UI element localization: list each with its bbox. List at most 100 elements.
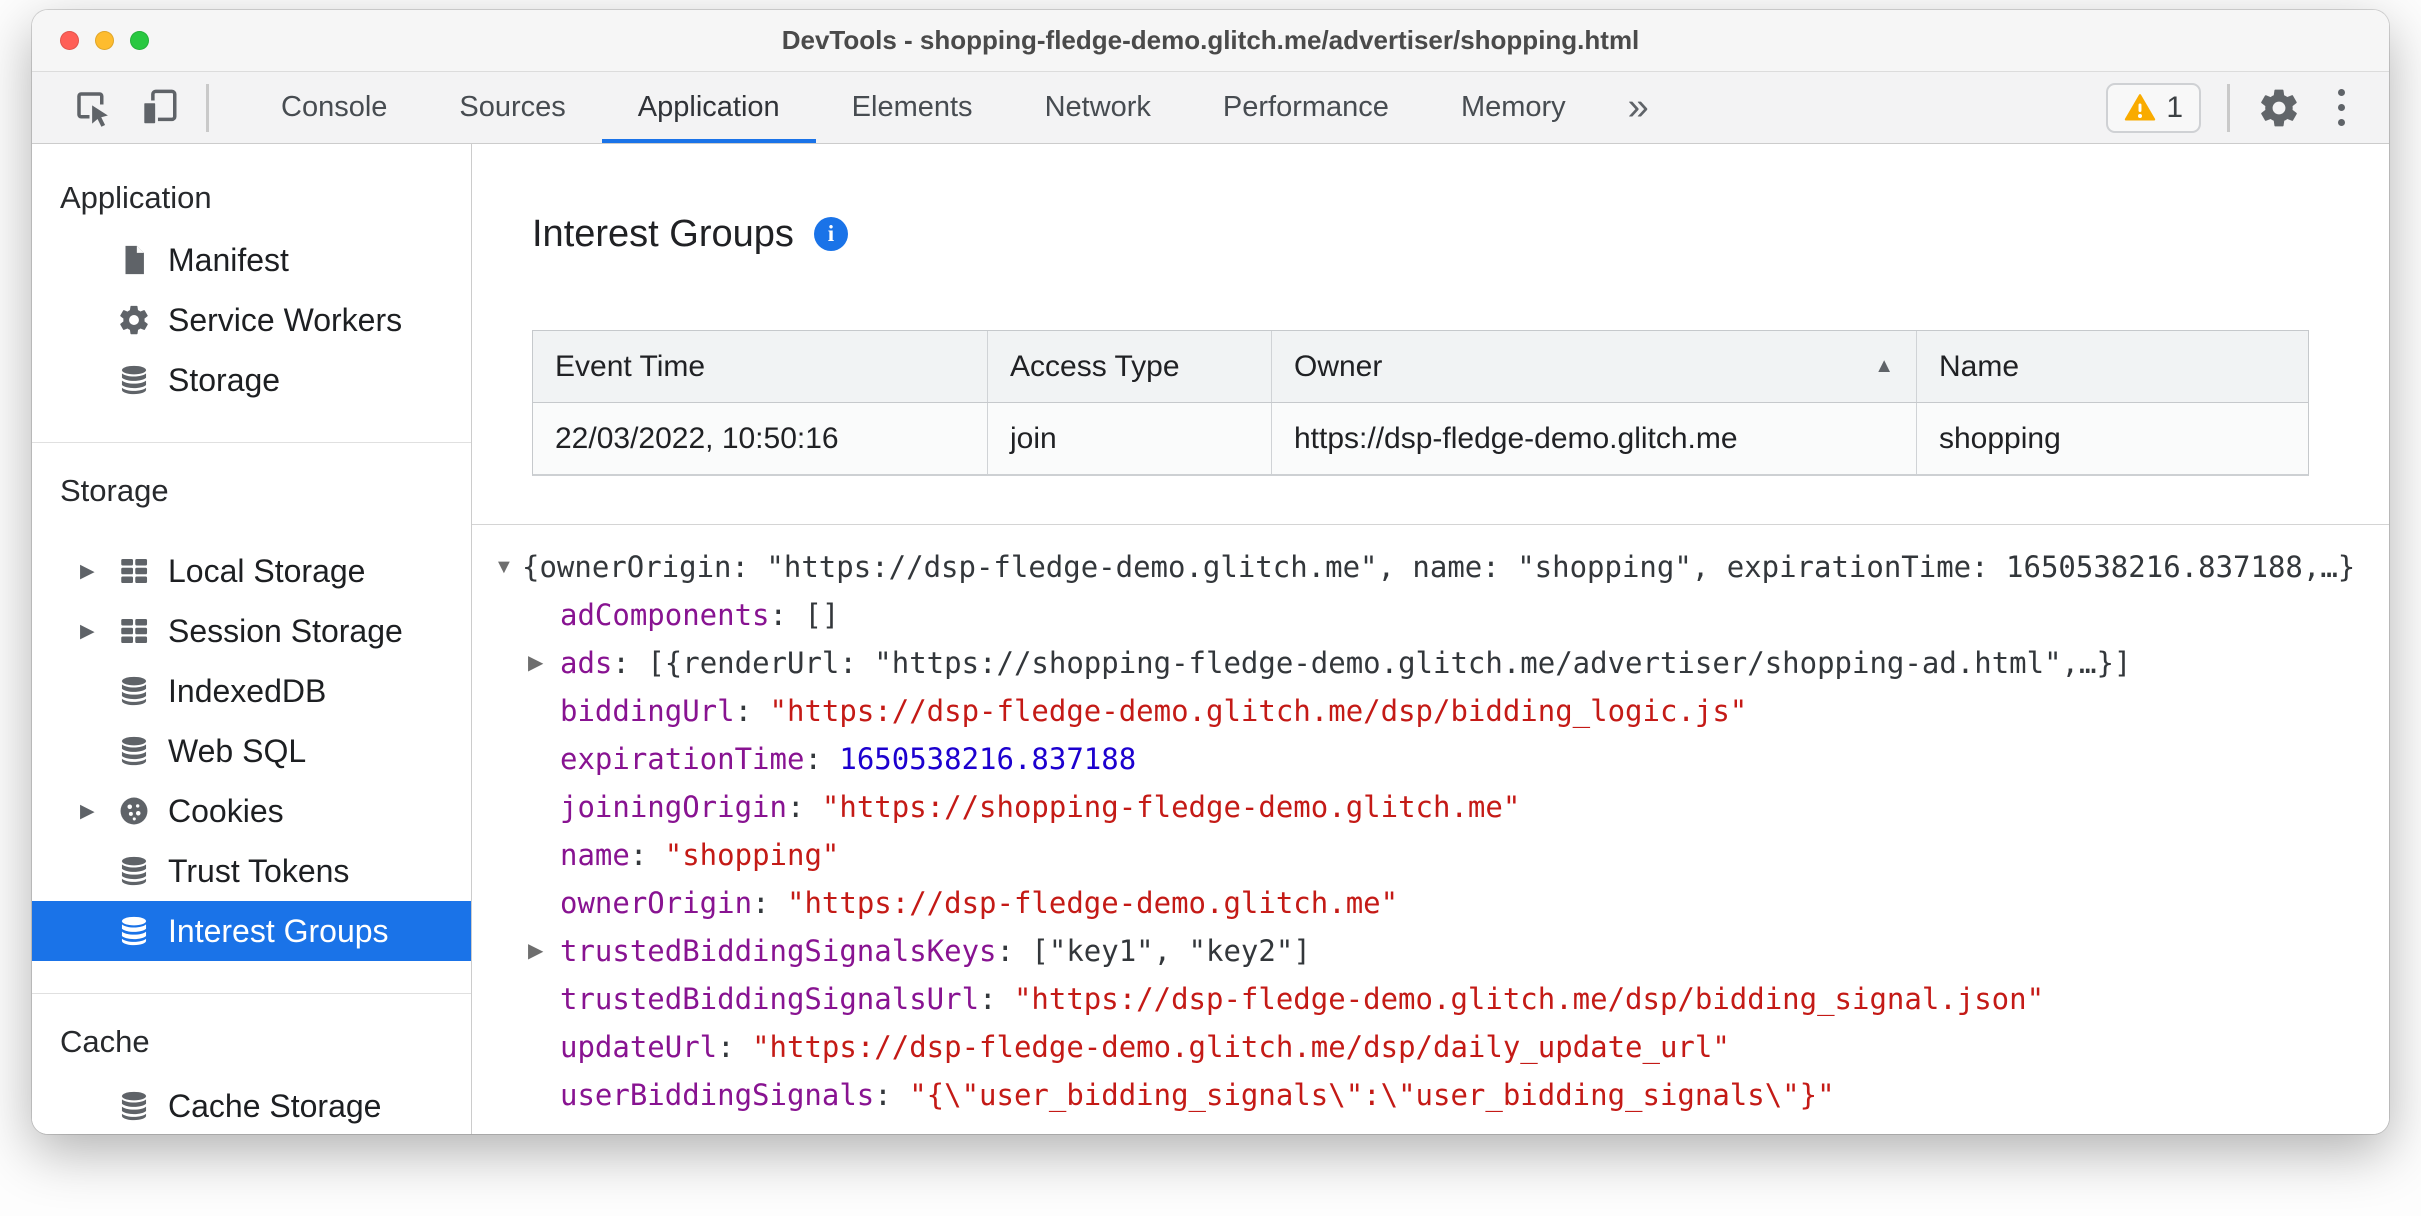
info-icon[interactable]: i [813, 217, 848, 251]
toolbar-divider [2227, 83, 2230, 132]
device-toolbar-icon[interactable] [138, 87, 180, 129]
more-options-icon[interactable] [2328, 85, 2355, 130]
property-value: "https://dsp-fledge-demo.glitch.me" [786, 886, 1399, 920]
sidebar-section-cache: Cache Cache Storage [32, 994, 471, 1134]
column-header-owner[interactable]: Owner ▲ [1272, 331, 1917, 402]
sidebar-item-session-storage[interactable]: ▶ Session Storage [32, 601, 471, 661]
property-key: name [560, 838, 630, 872]
screenshot-stage: DevTools - shopping-fledge-demo.glitch.m… [0, 0, 2421, 1216]
toolbar-right: 1 [2106, 72, 2389, 143]
sidebar-item-storage[interactable]: Storage [32, 350, 471, 410]
document-icon [116, 242, 152, 278]
sidebar-item-web-sql[interactable]: Web SQL [32, 721, 471, 781]
sidebar-item-cookies[interactable]: ▶ Cookies [32, 781, 471, 841]
sidebar-item-manifest[interactable]: Manifest [32, 230, 471, 290]
table-icon [116, 613, 152, 649]
cell-access-type: join [988, 403, 1272, 474]
tree-row[interactable]: expirationTime: 1650538216.837188 [472, 735, 2389, 783]
tree-row[interactable]: ▼ {ownerOrigin: "https://dsp-fledge-demo.… [472, 543, 2389, 591]
devtools-toolbar: Console Sources Application Elements Net… [32, 72, 2389, 144]
expand-triangle-icon[interactable]: ▶ [80, 560, 116, 583]
cell-owner: https://dsp-fledge-demo.glitch.me [1272, 403, 1917, 474]
tree-row[interactable]: updateUrl: "https://dsp-fledge-demo.glit… [472, 1023, 2389, 1071]
tab-application[interactable]: Application [601, 72, 816, 143]
gear-icon [116, 302, 152, 338]
sidebar-item-label: Manifest [168, 241, 289, 278]
tree-row[interactable]: adComponents: [] [472, 591, 2389, 639]
tree-row[interactable]: ▶ trustedBiddingSignalsKeys: ["key1", "ke… [472, 927, 2389, 975]
property-value: "{\"user_bidding_signals\":\"user_biddin… [909, 1078, 1835, 1112]
property-value: 1650538216.837188 [839, 742, 1137, 776]
collapse-triangle-icon[interactable]: ▼ [494, 543, 514, 591]
settings-gear-icon[interactable] [2256, 85, 2302, 131]
page-title: Interest Groups [532, 212, 794, 255]
sidebar-item-label: Storage [168, 361, 281, 398]
tab-console[interactable]: Console [245, 72, 423, 143]
database-icon [116, 1088, 152, 1124]
cell-event-time: 22/03/2022, 10:50:16 [533, 403, 988, 474]
property-value: [] [804, 598, 840, 632]
expand-triangle-icon[interactable]: ▶ [528, 639, 543, 687]
inspect-element-icon[interactable] [72, 87, 114, 129]
expand-triangle-icon[interactable]: ▶ [80, 800, 116, 823]
sidebar-item-service-workers[interactable]: Service Workers [32, 290, 471, 350]
database-icon [116, 362, 152, 398]
section-title: Storage [60, 473, 169, 508]
expand-triangle-icon[interactable]: ▶ [528, 927, 543, 975]
sidebar-item-local-storage[interactable]: ▶ Local Storage [32, 541, 471, 601]
toolbar-left [32, 72, 206, 143]
database-icon [116, 913, 152, 949]
tab-performance[interactable]: Performance [1187, 72, 1425, 143]
sidebar-item-cache-storage[interactable]: Cache Storage [32, 1076, 471, 1134]
column-header-name[interactable]: Name [1917, 331, 2308, 402]
titlebar: DevTools - shopping-fledge-demo.glitch.m… [32, 10, 2389, 72]
property-value: [{renderUrl: "https://shopping-fledge-de… [647, 646, 2132, 680]
sort-ascending-icon: ▲ [1874, 355, 1894, 377]
more-tabs-icon[interactable]: » [1602, 72, 1675, 143]
sidebar-item-interest-groups[interactable]: Interest Groups [32, 901, 471, 961]
tab-memory[interactable]: Memory [1425, 72, 1602, 143]
tree-row[interactable]: joiningOrigin: "https://shopping-fledge-… [472, 783, 2389, 831]
cell-name: shopping [1939, 421, 2061, 455]
json-tree: ▼ {ownerOrigin: "https://dsp-fledge-demo.… [472, 525, 2389, 1134]
tab-elements[interactable]: Elements [816, 72, 1009, 143]
tree-row[interactable]: userBiddingSignals: "{\"user_bidding_sig… [472, 1071, 2389, 1119]
sidebar-item-label: Cache Storage [168, 1087, 382, 1124]
sidebar-item-trust-tokens[interactable]: Trust Tokens [32, 841, 471, 901]
table-row[interactable]: 22/03/2022, 10:50:16 join https://dsp-fl… [533, 403, 2308, 474]
issues-badge[interactable]: 1 [2106, 82, 2201, 133]
property-key: biddingUrl [560, 694, 735, 728]
property-value: "shopping" [664, 838, 840, 872]
tree-row[interactable]: biddingUrl: "https://dsp-fledge-demo.gli… [472, 687, 2389, 735]
tree-row[interactable]: ▶ ads: [{renderUrl: "https://shopping-fle… [472, 639, 2389, 687]
column-header-event-time[interactable]: Event Time [533, 331, 988, 402]
database-icon [116, 853, 152, 889]
database-icon [116, 733, 152, 769]
expand-triangle-icon[interactable]: ▶ [80, 620, 116, 643]
table-header-row: Event Time Access Type Owner ▲ Name [533, 331, 2308, 403]
property-key: userBiddingSignals [560, 1078, 875, 1112]
column-header-access-type[interactable]: Access Type [988, 331, 1272, 402]
tree-row[interactable]: ownerOrigin: "https://dsp-fledge-demo.gl… [472, 879, 2389, 927]
events-table: Event Time Access Type Owner ▲ Name 22/0… [532, 330, 2309, 476]
property-value: "https://shopping-fledge-demo.glitch.me" [821, 790, 1521, 824]
property-value: "https://dsp-fledge-demo.glitch.me/dsp/b… [1013, 982, 2045, 1016]
warning-icon [2125, 93, 2156, 121]
sidebar-item-indexeddb[interactable]: IndexedDB [32, 661, 471, 721]
tree-row[interactable]: trustedBiddingSignalsUrl: "https://dsp-f… [472, 975, 2389, 1023]
sidebar-item-label: Local Storage [168, 552, 366, 589]
tree-row[interactable]: name: "shopping" [472, 831, 2389, 879]
tab-sources[interactable]: Sources [423, 72, 601, 143]
interest-groups-panel: Interest Groups i Event Time Access Type… [472, 144, 2389, 1134]
application-sidebar: Application Manifest Service Workers Sto… [32, 144, 472, 1134]
window-title: DevTools - shopping-fledge-demo.glitch.m… [781, 25, 1640, 55]
panel-tabs: Console Sources Application Elements Net… [245, 72, 1602, 143]
sidebar-item-label: IndexedDB [168, 672, 327, 709]
sidebar-item-label: Trust Tokens [168, 852, 350, 889]
property-value: "https://dsp-fledge-demo.glitch.me/dsp/d… [752, 1030, 1730, 1064]
sidebar-item-label: Service Workers [168, 301, 403, 338]
database-icon [116, 673, 152, 709]
sidebar-item-label: Web SQL [168, 732, 307, 769]
property-key: trustedBiddingSignalsUrl [560, 982, 980, 1016]
tab-network[interactable]: Network [1009, 72, 1187, 143]
